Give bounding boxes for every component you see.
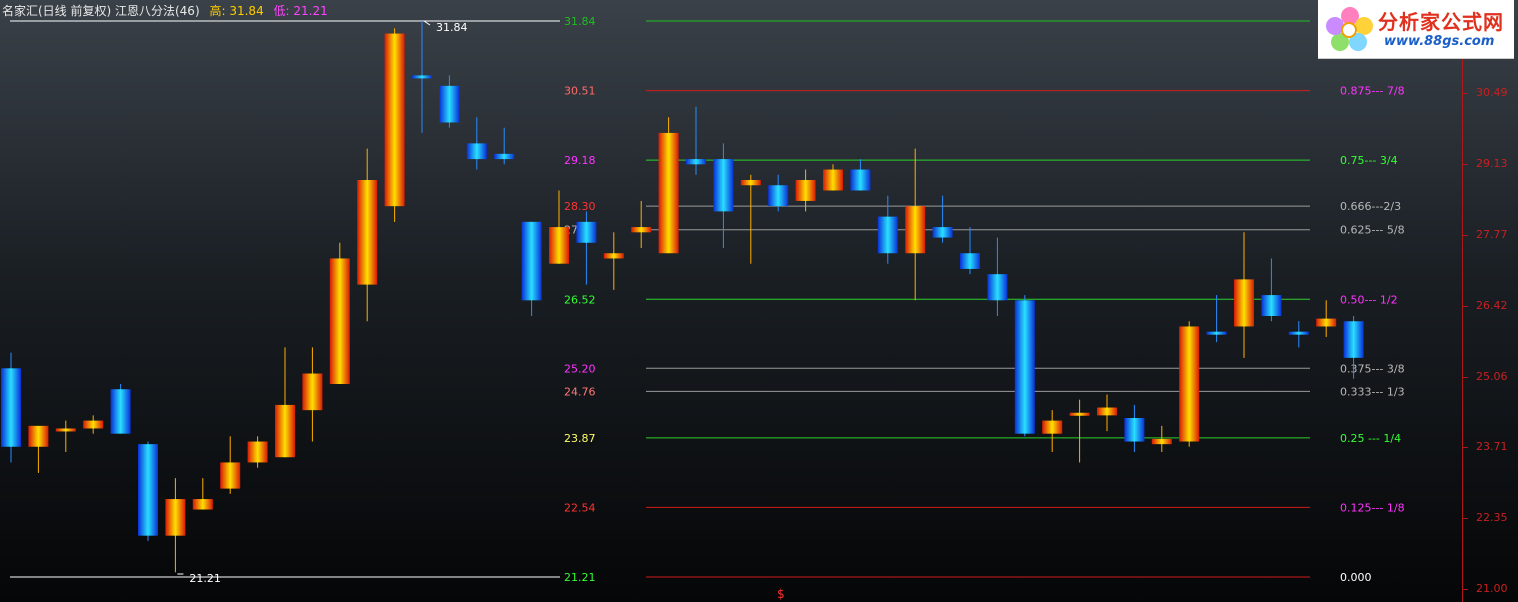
- candle-body: [521, 221, 542, 301]
- candle-body: [1014, 300, 1035, 434]
- gann-level-price-label: 23.87: [564, 432, 596, 445]
- gann-level-ratio-label: 0.000: [1340, 571, 1372, 584]
- candle-body: [165, 499, 186, 536]
- right-axis-tick-mark: [1462, 235, 1468, 237]
- candle-body: [412, 75, 432, 79]
- candle-body: [960, 253, 980, 269]
- site-logo: 分析家公式网 www.88gs.com: [1318, 0, 1514, 59]
- candle-body: [357, 180, 378, 285]
- candle-body: [1343, 321, 1364, 358]
- candle-body: [275, 404, 295, 458]
- candle-body: [83, 420, 104, 429]
- gann-level-ratio-label: 0.75--- 3/4: [1340, 154, 1398, 167]
- gann-level-price-label: 30.51: [564, 85, 596, 98]
- gann-level-ratio-label: 0.125--- 1/8: [1340, 501, 1405, 514]
- right-axis-tick-mark: [1462, 589, 1468, 590]
- candle-body: [686, 159, 706, 165]
- logo-url: www.88gs.com: [1384, 34, 1495, 49]
- gann-level-ratio-label: 0.875--- 7/8: [1340, 85, 1405, 98]
- candle-body: [1124, 417, 1145, 442]
- candle-body: [631, 227, 652, 233]
- gann-level-price-label: 21.21: [564, 571, 596, 584]
- gann-level-ratio-label: 0.333--- 1/3: [1340, 385, 1405, 398]
- flower-logo-icon: [1326, 7, 1373, 51]
- candle-body: [384, 33, 405, 207]
- right-axis-tick-mark: [1462, 376, 1468, 378]
- high-arrow: [423, 20, 431, 26]
- right-axis-tick-mark: [1462, 93, 1468, 94]
- candle-body: [1206, 331, 1227, 335]
- candle-body: [1069, 412, 1090, 416]
- right-axis-tick-mark: [1462, 447, 1468, 449]
- candle-body: [28, 425, 49, 447]
- gann-level-ratio-label: 0.666---2/3: [1340, 200, 1401, 213]
- candle-body: [603, 253, 624, 259]
- right-axis-tick-mark: [1462, 305, 1468, 307]
- candle-body: [795, 180, 816, 201]
- right-axis-tick-label: 25.06: [1476, 369, 1508, 383]
- candle-body: [1288, 331, 1309, 335]
- candle-body: [1179, 326, 1200, 442]
- candle-body: [439, 85, 460, 123]
- right-axis-tick-label: 26.42: [1476, 298, 1508, 312]
- candle-body: [768, 185, 789, 207]
- gann-level-price-label: 26.52: [564, 293, 596, 306]
- right-axis-tick-mark: [1462, 164, 1468, 166]
- candle-body: [1316, 318, 1337, 327]
- gann-level-price-label: 28.30: [564, 200, 596, 213]
- candle-body: [466, 143, 487, 160]
- right-axis-tick-label: 29.13: [1476, 157, 1508, 171]
- gann-level-ratio-label: 0.25 --- 1/4: [1340, 432, 1401, 445]
- candle-body: [740, 180, 761, 186]
- candle-body: [1151, 438, 1172, 445]
- right-axis-tick-label: 27.77: [1476, 228, 1508, 242]
- gann-level-ratio-label: 0.50--- 1/2: [1340, 293, 1398, 306]
- candle-body: [220, 462, 241, 489]
- candle-body: [55, 428, 76, 432]
- gann-level-price-label: 22.54: [564, 501, 596, 514]
- gann-level-price-label: 24.76: [564, 385, 596, 398]
- candle-body: [1042, 420, 1063, 434]
- dollar-marker: $: [777, 587, 785, 601]
- right-axis-tick-label: 21.00: [1476, 582, 1508, 595]
- candle-body: [850, 169, 871, 191]
- candlestick-chart: 31.84 30.51 0.875--- 7/8 29.18 0.75--- 3/4 28…: [1, 15, 1405, 585]
- right-axis-tick-label: 23.71: [1476, 440, 1508, 454]
- gann-level-price-label: 29.18: [564, 154, 596, 167]
- chart-window: 名家汇(日线 前复权) 江恩八分法(46) 高: 31.84 低: 21.21 …: [0, 0, 1518, 602]
- low-annotation: 21.21: [189, 572, 221, 585]
- candle-body: [1234, 279, 1254, 327]
- high-annotation: 31.84: [436, 21, 468, 34]
- gann-level-ratio-label: 0.375--- 3/8: [1340, 362, 1405, 375]
- gann-level-price-label: 25.20: [564, 362, 596, 375]
- candle-body: [329, 258, 350, 384]
- candle-body: [905, 206, 926, 254]
- candle-body: [110, 389, 131, 434]
- candle-body: [549, 227, 569, 264]
- candle-body: [494, 153, 515, 160]
- candle-body: [302, 373, 323, 411]
- right-axis-line: [1462, 0, 1463, 602]
- candle-body: [1097, 407, 1117, 416]
- candle-body: [987, 274, 1008, 301]
- gann-level-price-label: 31.84: [564, 15, 596, 28]
- candle-body: [192, 499, 213, 510]
- candle-body: [877, 216, 898, 254]
- candle-body: [1261, 295, 1282, 316]
- gann-level-ratio-label: 0.625--- 5/8: [1340, 224, 1405, 237]
- candle-body: [658, 132, 679, 254]
- candle-body: [713, 159, 734, 212]
- right-axis-tick-label: 30.49: [1476, 86, 1508, 99]
- candle-body: [823, 169, 843, 191]
- right-axis-tick-mark: [1462, 518, 1468, 520]
- candle-body: [576, 221, 597, 243]
- candle-body: [247, 441, 268, 463]
- logo-text-cn: 分析家公式网: [1378, 10, 1504, 34]
- candle-body: [1, 368, 21, 447]
- candle-body: [138, 444, 158, 536]
- right-axis-tick-label: 22.35: [1476, 511, 1508, 525]
- candle-body: [932, 227, 953, 238]
